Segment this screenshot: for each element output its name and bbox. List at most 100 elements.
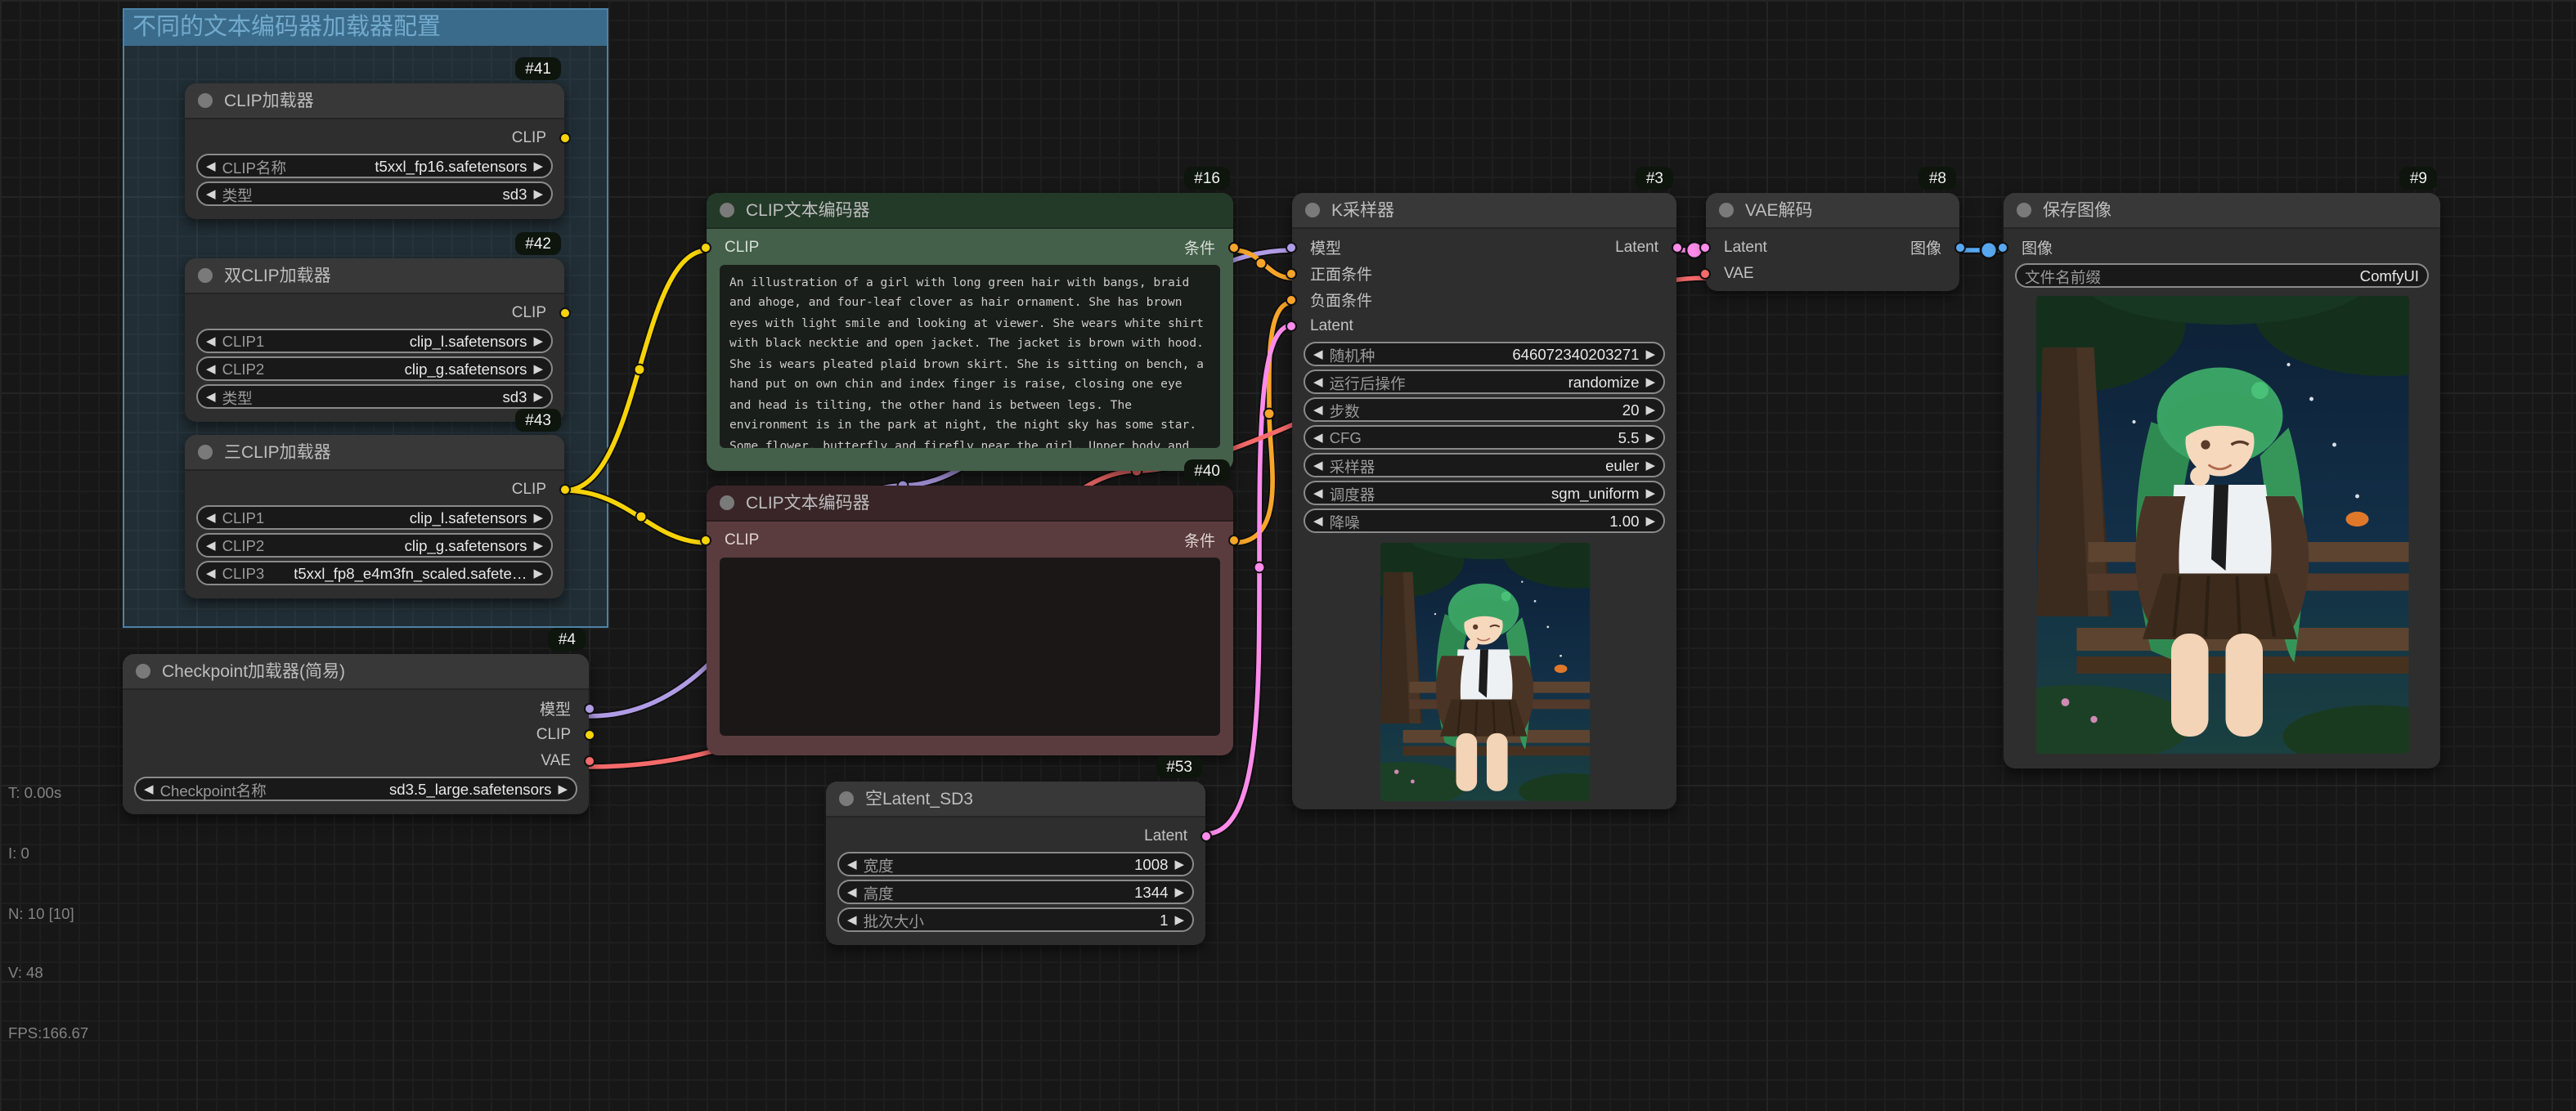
widget-clip2[interactable]: ◀ CLIP2 clip_g.safetensors ▶ xyxy=(196,356,553,381)
node-title-bar[interactable]: 三CLIP加载器 xyxy=(185,435,564,471)
decrement-arrow-icon[interactable]: ◀ xyxy=(1313,453,1323,477)
decrement-arrow-icon[interactable]: ◀ xyxy=(206,356,216,381)
reroute-dot-image[interactable] xyxy=(1981,242,1997,258)
widget-batch-size[interactable]: ◀ 批次大小 1 ▶ xyxy=(837,907,1194,932)
widget-clip-name[interactable]: ◀ CLIP名称 t5xxl_fp16.safetensors ▶ xyxy=(196,154,553,178)
output-port-image[interactable] xyxy=(1954,241,1966,253)
widget-clip2[interactable]: ◀ CLIP2 clip_g.safetensors ▶ xyxy=(196,533,553,558)
input-port-clip[interactable] xyxy=(700,534,711,545)
widget-filename-prefix[interactable]: 文件名前缀 ComfyUI xyxy=(2015,263,2429,288)
collapse-dot-icon[interactable] xyxy=(136,664,150,679)
decrement-arrow-icon[interactable]: ◀ xyxy=(1313,342,1323,366)
input-port-image[interactable] xyxy=(1997,241,2008,253)
node-vae-decode[interactable]: #8 VAE解码 Latent 图像 VAE xyxy=(1706,193,1959,291)
output-port-vae[interactable] xyxy=(584,755,595,766)
collapse-dot-icon[interactable] xyxy=(2017,203,2031,217)
output-port-conditioning[interactable] xyxy=(1228,241,1240,253)
input-port-clip[interactable] xyxy=(700,241,711,253)
output-port-clip[interactable] xyxy=(584,728,595,740)
widget-seed[interactable]: ◀ 随机种 646072340203271 ▶ xyxy=(1304,342,1665,366)
decrement-arrow-icon[interactable]: ◀ xyxy=(847,852,857,876)
increment-arrow-icon[interactable]: ▶ xyxy=(1645,370,1655,394)
collapse-dot-icon[interactable] xyxy=(198,93,213,108)
node-clip-loader[interactable]: #41 CLIP加载器 CLIP ◀ CLIP名称 t5xxl_fp16.saf… xyxy=(185,83,564,219)
increment-arrow-icon[interactable]: ▶ xyxy=(1645,342,1655,366)
input-port-vae[interactable] xyxy=(1699,267,1711,279)
decrement-arrow-icon[interactable]: ◀ xyxy=(206,505,216,530)
decrement-arrow-icon[interactable]: ◀ xyxy=(206,561,216,585)
node-checkpoint-loader[interactable]: #4 Checkpoint加载器(简易) 模型 CLIP VAE ◀ Check… xyxy=(123,654,589,814)
widget-sampler[interactable]: ◀ 采样器 euler ▶ xyxy=(1304,453,1665,477)
increment-arrow-icon[interactable]: ▶ xyxy=(533,329,543,353)
increment-arrow-icon[interactable]: ▶ xyxy=(1645,481,1655,505)
decrement-arrow-icon[interactable]: ◀ xyxy=(206,533,216,558)
input-port-model[interactable] xyxy=(1286,241,1297,253)
node-title-bar[interactable]: CLIP文本编码器 xyxy=(707,193,1233,229)
node-title-bar[interactable]: Checkpoint加载器(简易) xyxy=(123,654,589,690)
node-title-bar[interactable]: CLIP加载器 xyxy=(185,83,564,119)
widget-cfg[interactable]: ◀ CFG 5.5 ▶ xyxy=(1304,425,1665,450)
widget-checkpoint-name[interactable]: ◀ Checkpoint名称 sd3.5_large.safetensors ▶ xyxy=(134,777,577,801)
decrement-arrow-icon[interactable]: ◀ xyxy=(1313,481,1323,505)
increment-arrow-icon[interactable]: ▶ xyxy=(1174,907,1184,932)
widget-clip-type[interactable]: ◀ 类型 sd3 ▶ xyxy=(196,181,553,206)
node-title-bar[interactable]: K采样器 xyxy=(1292,193,1676,229)
collapse-dot-icon[interactable] xyxy=(198,445,213,459)
decrement-arrow-icon[interactable]: ◀ xyxy=(1313,370,1323,394)
output-port-clip[interactable] xyxy=(559,307,571,318)
input-port-negative[interactable] xyxy=(1286,293,1297,305)
node-dual-clip-loader[interactable]: #42 双CLIP加载器 CLIP ◀ CLIP1 clip_l.safeten… xyxy=(185,258,564,422)
widget-clip3[interactable]: ◀ CLIP3 t5xxl_fp8_e4m3fn_scaled.safete… … xyxy=(196,561,553,585)
collapse-dot-icon[interactable] xyxy=(1719,203,1734,217)
decrement-arrow-icon[interactable]: ◀ xyxy=(206,329,216,353)
decrement-arrow-icon[interactable]: ◀ xyxy=(1313,397,1323,422)
input-port-latent[interactable] xyxy=(1699,241,1711,253)
node-canvas[interactable]: 不同的文本编码器加载器配置 xyxy=(0,0,2576,1111)
widget-clip-type[interactable]: ◀ 类型 sd3 ▶ xyxy=(196,384,553,409)
node-clip-text-encode-positive[interactable]: #16 CLIP文本编码器 CLIP 条件 An illustration of… xyxy=(707,193,1233,471)
widget-scheduler[interactable]: ◀ 调度器 sgm_uniform ▶ xyxy=(1304,481,1665,505)
node-triple-clip-loader[interactable]: #43 三CLIP加载器 CLIP ◀ CLIP1 clip_l.safeten… xyxy=(185,435,564,598)
widget-denoise[interactable]: ◀ 降噪 1.00 ▶ xyxy=(1304,508,1665,533)
increment-arrow-icon[interactable]: ▶ xyxy=(533,533,543,558)
prompt-textarea[interactable] xyxy=(720,558,1220,736)
increment-arrow-icon[interactable]: ▶ xyxy=(1174,852,1184,876)
node-empty-latent-sd3[interactable]: #53 空Latent_SD3 Latent ◀ 宽度 1008 ▶ ◀ 高度 … xyxy=(826,782,1205,945)
widget-height[interactable]: ◀ 高度 1344 ▶ xyxy=(837,880,1194,904)
widget-clip1[interactable]: ◀ CLIP1 clip_l.safetensors ▶ xyxy=(196,505,553,530)
increment-arrow-icon[interactable]: ▶ xyxy=(533,561,543,585)
output-port-latent[interactable] xyxy=(1200,830,1212,841)
decrement-arrow-icon[interactable]: ◀ xyxy=(206,154,216,178)
widget-steps[interactable]: ◀ 步数 20 ▶ xyxy=(1304,397,1665,422)
output-port-model[interactable] xyxy=(584,702,595,714)
node-save-image[interactable]: #9 保存图像 图像 文件名前缀 ComfyUI xyxy=(2004,193,2440,768)
decrement-arrow-icon[interactable]: ◀ xyxy=(144,777,154,801)
increment-arrow-icon[interactable]: ▶ xyxy=(1645,397,1655,422)
widget-control-after-generate[interactable]: ◀ 运行后操作 randomize ▶ xyxy=(1304,370,1665,394)
decrement-arrow-icon[interactable]: ◀ xyxy=(206,384,216,409)
increment-arrow-icon[interactable]: ▶ xyxy=(1645,508,1655,533)
node-title-bar[interactable]: CLIP文本编码器 xyxy=(707,486,1233,522)
node-title-bar[interactable]: VAE解码 xyxy=(1706,193,1959,229)
node-title-bar[interactable]: 保存图像 xyxy=(2004,193,2440,229)
widget-width[interactable]: ◀ 宽度 1008 ▶ xyxy=(837,852,1194,876)
node-title-bar[interactable]: 双CLIP加载器 xyxy=(185,258,564,294)
collapse-dot-icon[interactable] xyxy=(1305,203,1320,217)
increment-arrow-icon[interactable]: ▶ xyxy=(533,356,543,381)
input-port-latent[interactable] xyxy=(1286,320,1297,331)
increment-arrow-icon[interactable]: ▶ xyxy=(533,384,543,409)
collapse-dot-icon[interactable] xyxy=(720,203,734,217)
increment-arrow-icon[interactable]: ▶ xyxy=(533,154,543,178)
collapse-dot-icon[interactable] xyxy=(839,791,854,806)
decrement-arrow-icon[interactable]: ◀ xyxy=(847,880,857,904)
node-clip-text-encode-negative[interactable]: #40 CLIP文本编码器 CLIP 条件 xyxy=(707,486,1233,755)
decrement-arrow-icon[interactable]: ◀ xyxy=(847,907,857,932)
collapse-dot-icon[interactable] xyxy=(720,495,734,510)
increment-arrow-icon[interactable]: ▶ xyxy=(558,777,568,801)
node-title-bar[interactable]: 空Latent_SD3 xyxy=(826,782,1205,818)
decrement-arrow-icon[interactable]: ◀ xyxy=(1313,508,1323,533)
decrement-arrow-icon[interactable]: ◀ xyxy=(1313,425,1323,450)
widget-clip1[interactable]: ◀ CLIP1 clip_l.safetensors ▶ xyxy=(196,329,553,353)
increment-arrow-icon[interactable]: ▶ xyxy=(1174,880,1184,904)
group-title[interactable]: 不同的文本编码器加载器配置 xyxy=(124,10,607,46)
